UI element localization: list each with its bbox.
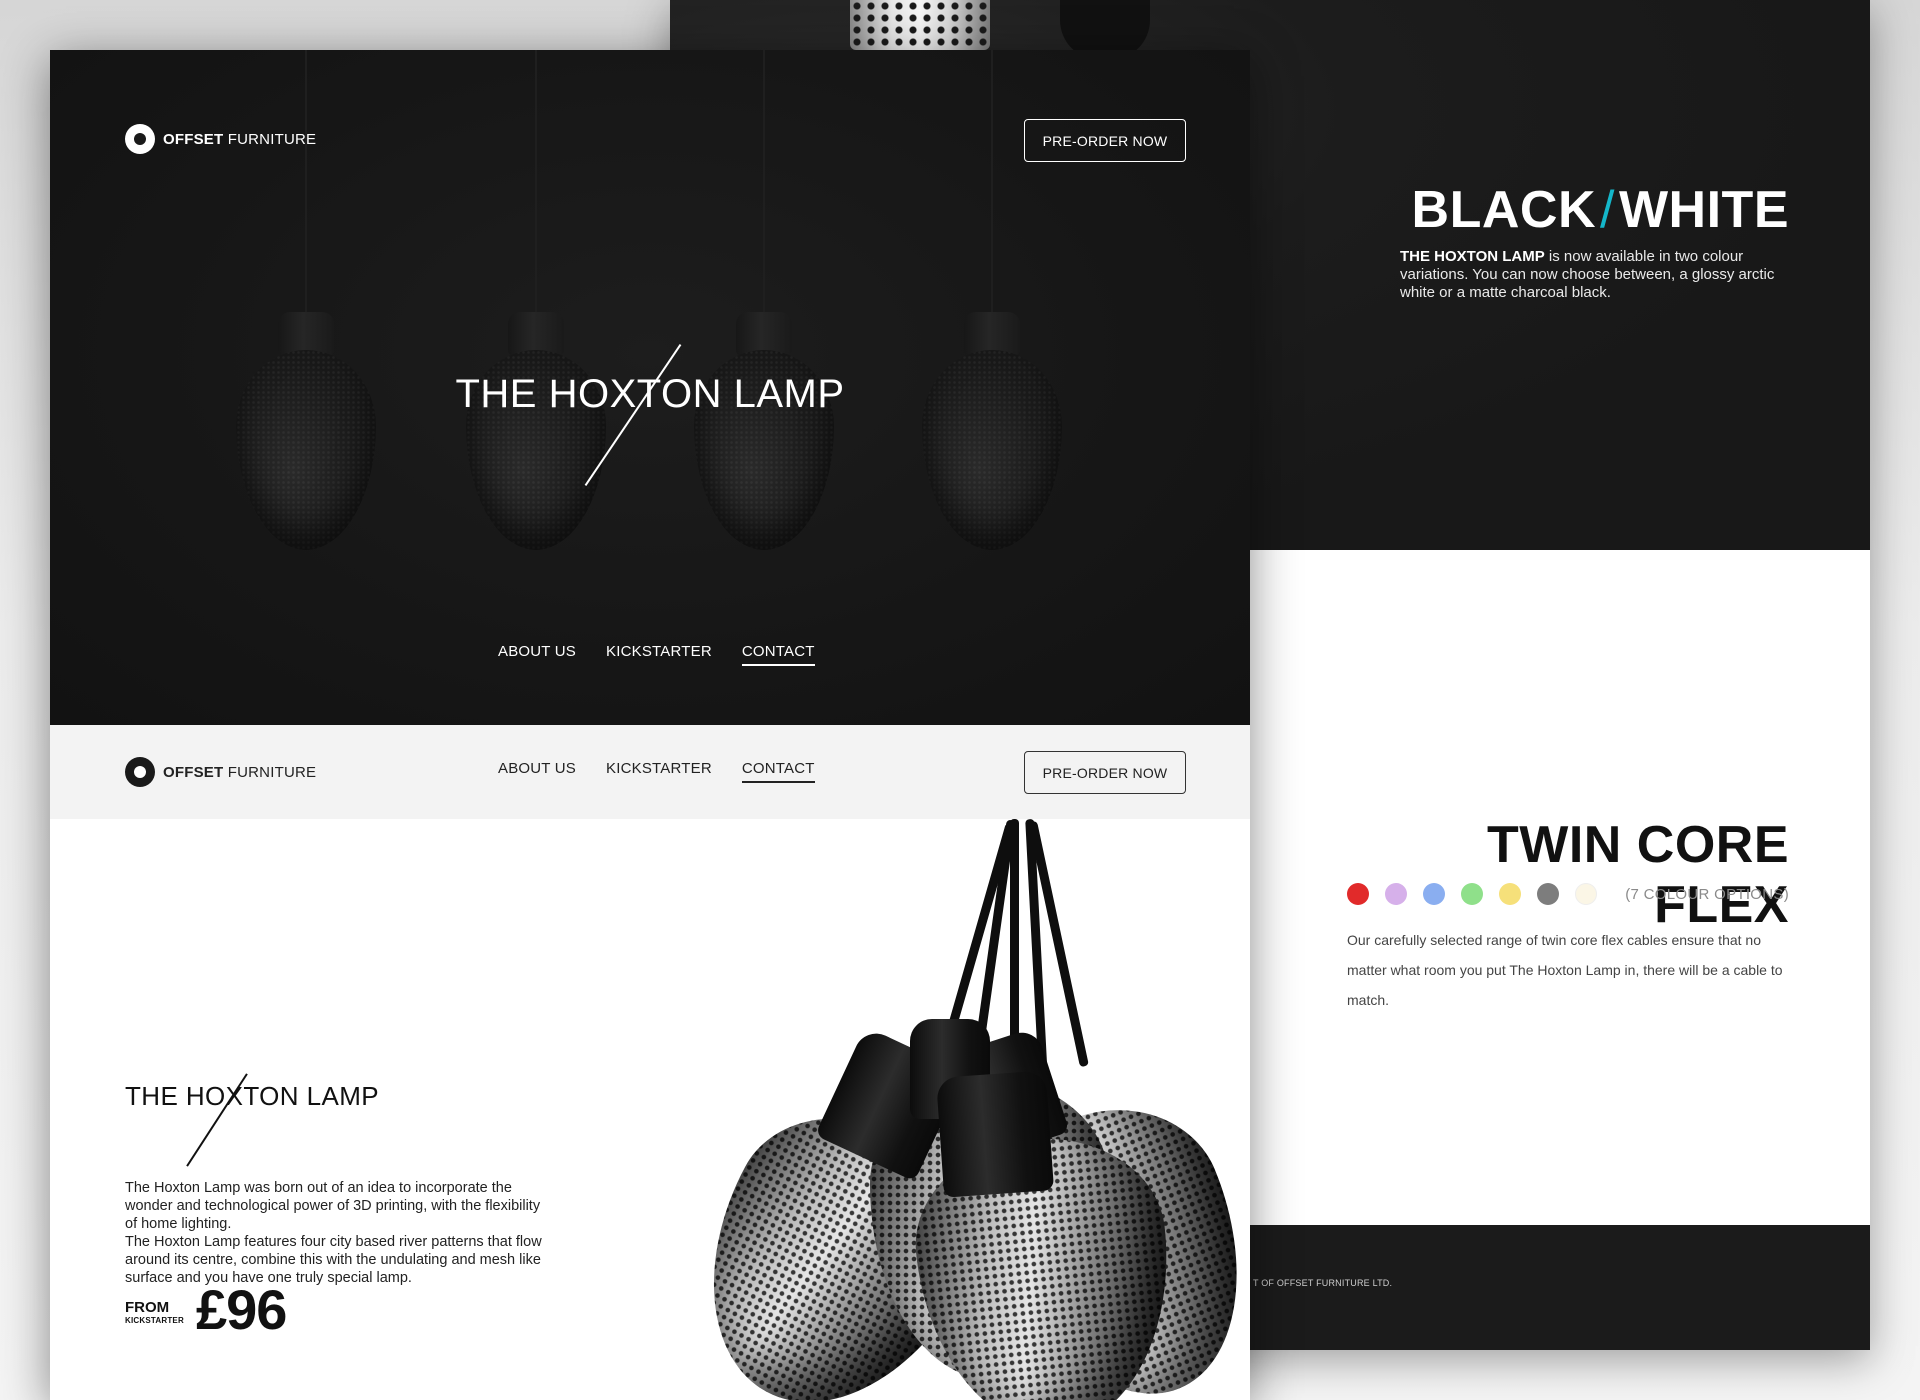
swatch-yellow[interactable] bbox=[1499, 883, 1521, 905]
logo-mark-icon bbox=[125, 124, 155, 154]
nav-kickstarter[interactable]: KICKSTARTER bbox=[606, 643, 712, 666]
title-black: BLACK bbox=[1411, 181, 1597, 239]
footer-copyright: T OF OFFSET FURNITURE LTD. bbox=[1253, 1278, 1393, 1288]
swatch-red[interactable] bbox=[1347, 883, 1369, 905]
description-lead: THE HOXTON LAMP bbox=[1400, 248, 1545, 265]
title-slash: / bbox=[1600, 181, 1615, 239]
brand-name-light: FURNITURE bbox=[227, 130, 317, 148]
brand-logo[interactable]: OFFSET FURNITURE bbox=[125, 757, 316, 787]
hero-title: THE HOXTON LAMP bbox=[455, 372, 845, 416]
lamp-cluster-cord bbox=[1010, 819, 1019, 1049]
brand-name-bold: OFFSET bbox=[163, 130, 224, 148]
nav-about-us[interactable]: ABOUT US bbox=[498, 643, 576, 666]
twin-core-title: TWIN CORE FLEX bbox=[1486, 816, 1789, 934]
nav-kickstarter[interactable]: KICKSTARTER bbox=[606, 760, 712, 783]
lamp-cluster-cap bbox=[935, 1070, 1055, 1198]
swatch-blue[interactable] bbox=[1423, 883, 1445, 905]
title-white: WHITE bbox=[1618, 181, 1789, 239]
nav-contact[interactable]: CONTACT bbox=[741, 643, 815, 666]
lamp-cord bbox=[305, 50, 307, 312]
swatch-lilac[interactable] bbox=[1385, 883, 1407, 905]
twin-core-description: Our carefully selected range of twin cor… bbox=[1347, 932, 1783, 1008]
brand-name-light: FURNITURE bbox=[227, 763, 317, 781]
swatch-grey[interactable] bbox=[1537, 883, 1559, 905]
lamp-bulb bbox=[922, 350, 1062, 550]
preorder-button[interactable]: PRE-ORDER NOW bbox=[1024, 119, 1186, 162]
nav-about-us[interactable]: ABOUT US bbox=[498, 760, 576, 783]
preorder-button[interactable]: PRE-ORDER NOW bbox=[1024, 751, 1186, 794]
colour-options-label: (7 COLOUR OPTIONS) bbox=[1625, 885, 1789, 903]
price: £96 bbox=[196, 1278, 287, 1341]
brand-logo[interactable]: OFFSET FURNITURE bbox=[125, 124, 316, 154]
description-paragraph: The Hoxton Lamp was born out of an idea … bbox=[125, 1180, 541, 1232]
description-paragraph: The Hoxton Lamp features four city based… bbox=[125, 1234, 542, 1286]
front-page-mockup: OFFSET FURNITURE PRE-ORDER NOW THE HOXTO… bbox=[50, 50, 1250, 1400]
hero-nav: ABOUT US KICKSTARTER CONTACT bbox=[498, 643, 845, 666]
product-section: THE HOXTON LAMP The Hoxton Lamp was born… bbox=[50, 819, 1250, 1400]
brand-name: OFFSET FURNITURE bbox=[163, 764, 316, 781]
brand-name-bold: OFFSET bbox=[163, 763, 224, 781]
lamp-image-top bbox=[850, 0, 990, 50]
product-description: The Hoxton Lamp was born out of an idea … bbox=[125, 1179, 555, 1287]
lamp-cord bbox=[991, 50, 993, 312]
header-bar: OFFSET FURNITURE ABOUT US KICKSTARTER CO… bbox=[50, 725, 1250, 819]
swatch-green[interactable] bbox=[1461, 883, 1483, 905]
from-label: FROM bbox=[125, 1299, 170, 1316]
lamp-bulb bbox=[236, 350, 376, 550]
colour-swatches: (7 COLOUR OPTIONS) bbox=[1347, 882, 1789, 906]
kickstarter-label: KICKSTARTER bbox=[125, 1316, 184, 1325]
hero-section: OFFSET FURNITURE PRE-ORDER NOW THE HOXTO… bbox=[50, 50, 1250, 725]
lamp-cord bbox=[535, 50, 537, 312]
lamp-cluster-image bbox=[656, 819, 1250, 1400]
product-title: THE HOXTON LAMP bbox=[125, 1081, 380, 1111]
swatch-cream[interactable] bbox=[1575, 883, 1597, 905]
lamp-cord bbox=[763, 50, 765, 312]
logo-mark-icon bbox=[125, 757, 155, 787]
nav-contact[interactable]: CONTACT bbox=[741, 760, 815, 783]
brand-name: OFFSET FURNITURE bbox=[163, 131, 316, 148]
black-white-title: BLACK/WHITE bbox=[1407, 180, 1789, 240]
header-nav: ABOUT US KICKSTARTER CONTACT bbox=[498, 760, 845, 783]
price-prefix: FROM KICKSTARTER bbox=[125, 1299, 197, 1325]
black-white-description: THE HOXTON LAMP is now available in two … bbox=[1400, 248, 1795, 302]
